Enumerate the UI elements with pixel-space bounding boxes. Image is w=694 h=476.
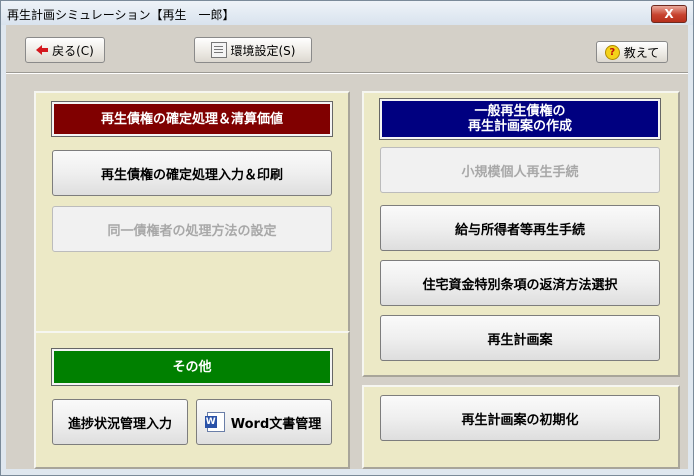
help-icon: ? bbox=[604, 44, 620, 60]
progress-input-button[interactable]: 進捗状況管理入力 bbox=[52, 399, 188, 445]
client-area: 戻る(C) 環境設定(S) ? 教えて 再生債権の確定処理＆清算価値 再生債権の… bbox=[6, 25, 688, 469]
help-button[interactable]: ? 教えて bbox=[596, 41, 668, 63]
back-button-label: 戻る(C) bbox=[52, 43, 94, 58]
settings-button[interactable]: 環境設定(S) bbox=[194, 37, 312, 63]
confirm-panel-header: 再生債権の確定処理＆清算価値 bbox=[51, 101, 333, 137]
small-scale-button[interactable]: 小規模個人再生手続 bbox=[380, 147, 660, 193]
confirm-panel: 再生債権の確定処理＆清算価値 再生債権の確定処理入力＆印刷 同一債権者の処理方法… bbox=[34, 91, 350, 347]
salary-earner-button[interactable]: 給与所得者等再生手続 bbox=[380, 205, 660, 251]
word-document-button[interactable]: W Word文書管理 bbox=[196, 399, 332, 445]
init-panel: 再生計画案の初期化 bbox=[362, 385, 680, 469]
settings-button-label: 環境設定(S) bbox=[230, 43, 296, 58]
back-button[interactable]: 戻る(C) bbox=[25, 37, 105, 63]
close-button[interactable]: X bbox=[651, 5, 687, 23]
init-plan-button[interactable]: 再生計画案の初期化 bbox=[380, 395, 660, 441]
plan-panel-header-line1: 一般再生債権の bbox=[474, 104, 566, 119]
word-document-label: Word文書管理 bbox=[230, 416, 322, 432]
other-panel-header: その他 bbox=[51, 348, 333, 386]
title-bar: 再生計画シミュレーション【再生 一郎】 X bbox=[1, 1, 693, 25]
repayment-plan-button[interactable]: 再生計画案 bbox=[380, 315, 660, 361]
toolbar-separator bbox=[6, 72, 688, 74]
plan-panel: 一般再生債権の 再生計画案の作成 小規模個人再生手続 給与所得者等再生手続 住宅… bbox=[362, 91, 680, 377]
back-arrow-icon bbox=[36, 45, 49, 55]
app-window: 再生計画シミュレーション【再生 一郎】 X 戻る(C) 環境設定(S) ? 教え… bbox=[0, 0, 694, 476]
settings-icon bbox=[210, 42, 227, 58]
plan-panel-header: 一般再生債権の 再生計画案の作成 bbox=[379, 98, 661, 140]
window-title: 再生計画シミュレーション【再生 一郎】 bbox=[7, 8, 235, 22]
toolbar: 戻る(C) 環境設定(S) ? 教えて bbox=[6, 25, 688, 71]
housing-loan-button[interactable]: 住宅資金特別条項の返済方法選択 bbox=[380, 260, 660, 306]
word-icon: W bbox=[204, 412, 225, 432]
same-creditor-button[interactable]: 同一債権者の処理方法の設定 bbox=[52, 206, 332, 252]
confirm-input-button[interactable]: 再生債権の確定処理入力＆印刷 bbox=[52, 150, 332, 196]
help-button-label: 教えて bbox=[623, 45, 660, 60]
other-panel: その他 進捗状況管理入力 W Word文書管理 bbox=[34, 331, 350, 469]
plan-panel-header-line2: 再生計画案の作成 bbox=[467, 119, 572, 134]
